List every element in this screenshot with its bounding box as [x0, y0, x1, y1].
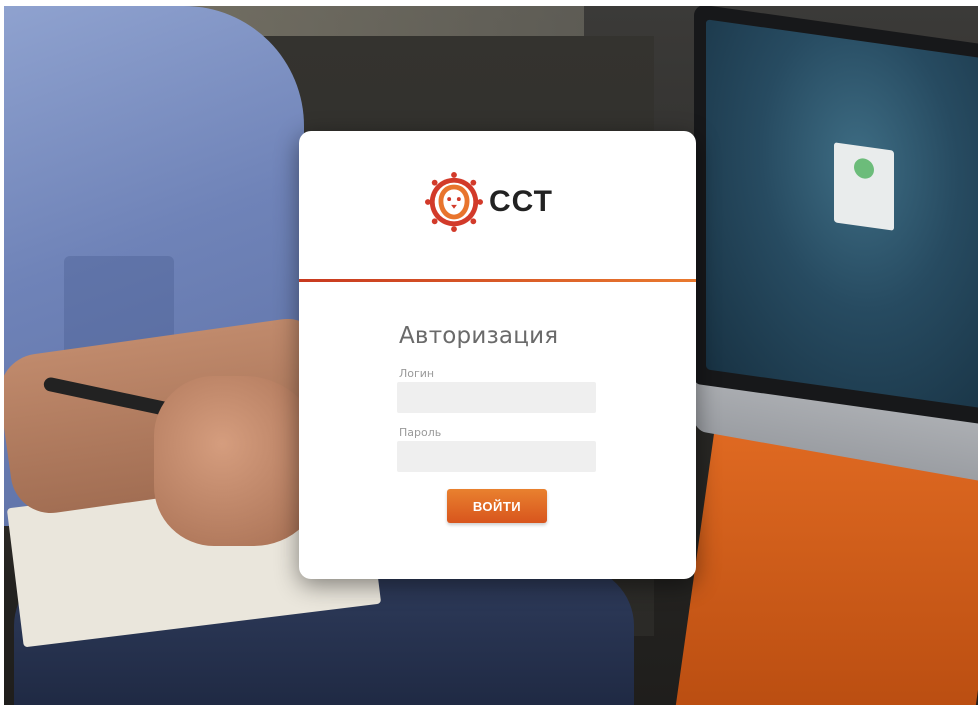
login-card: ССТ Авторизация Логин Пароль ВОЙТИ: [299, 131, 696, 579]
password-label: Пароль: [399, 426, 442, 439]
login-label: Логин: [399, 367, 435, 380]
lion-sun-logo-icon: [425, 172, 483, 232]
login-input[interactable]: [397, 382, 596, 413]
card-header: ССТ: [299, 131, 696, 279]
laptop-mini-login-card: [834, 142, 894, 231]
header-divider: [299, 279, 696, 282]
laptop-mini-logo-icon: [854, 157, 874, 180]
password-input[interactable]: [397, 441, 596, 472]
brand-logo: ССТ: [425, 171, 553, 233]
brand-name: ССТ: [489, 185, 553, 218]
form-title: Авторизация: [399, 323, 559, 349]
laptop-display: [706, 19, 978, 409]
laptop-screen: [694, 6, 978, 425]
login-button[interactable]: ВОЙТИ: [447, 489, 547, 523]
